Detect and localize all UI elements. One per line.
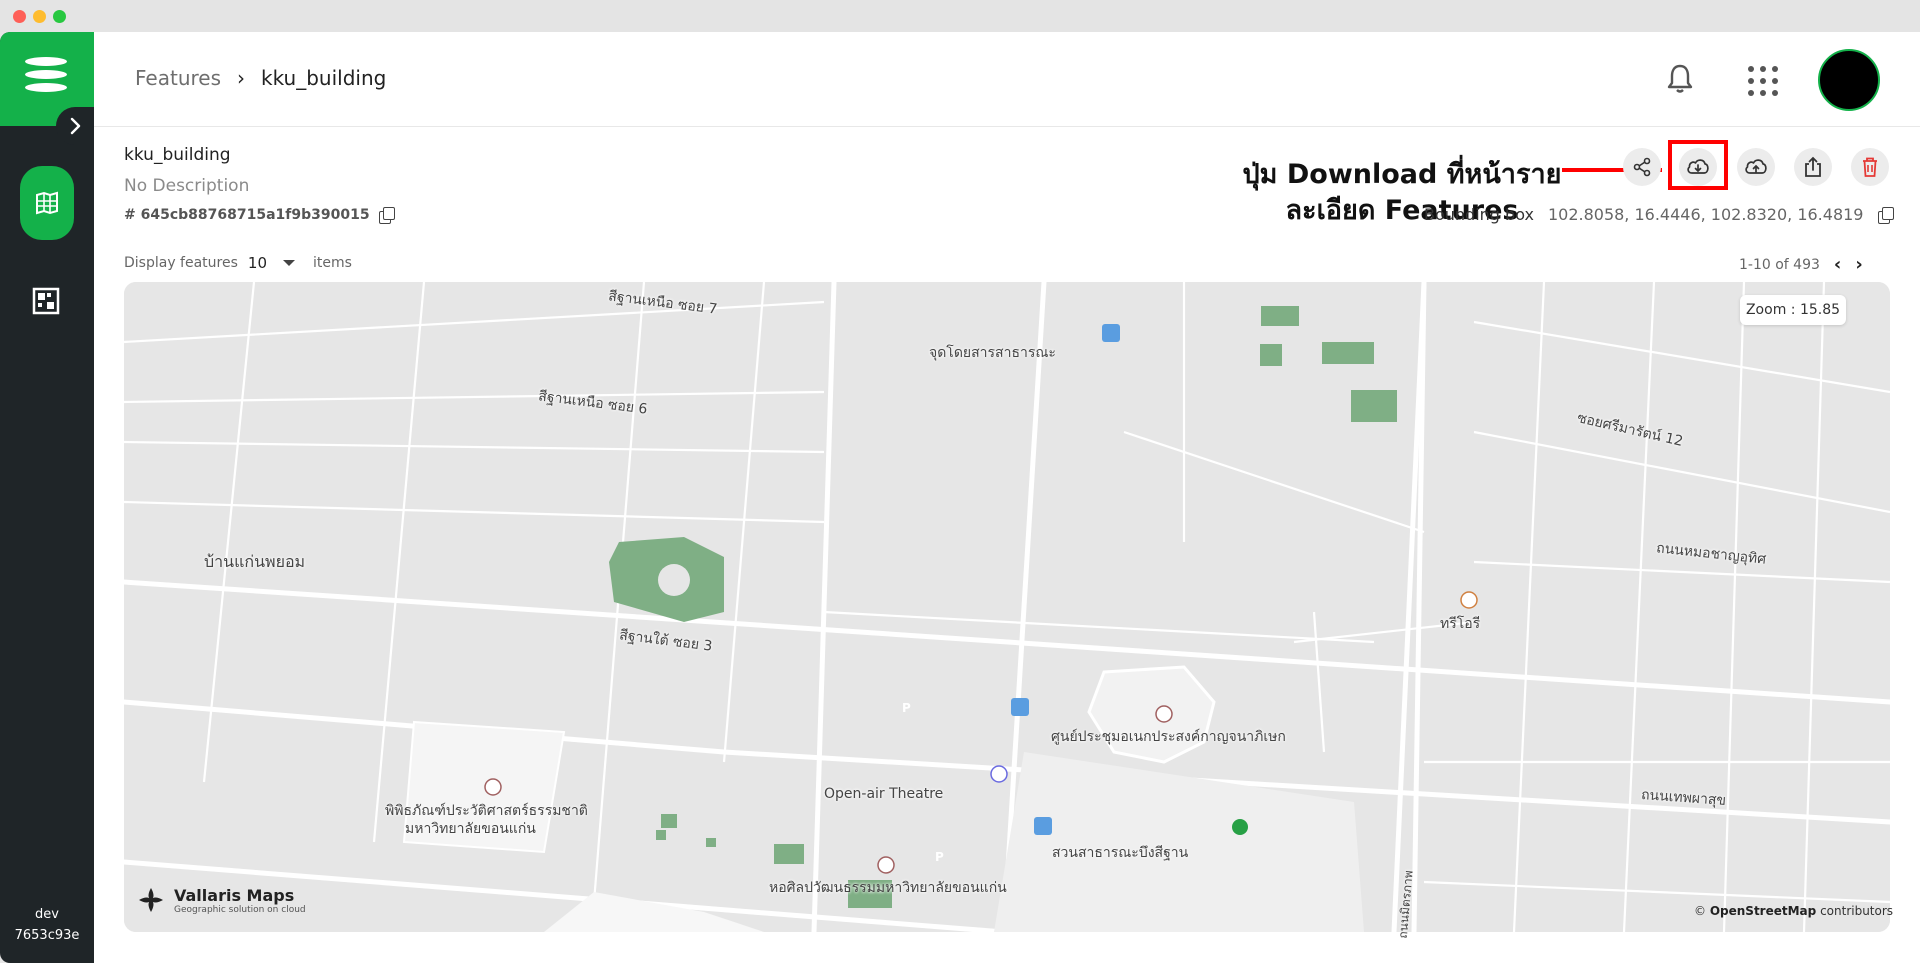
chevron-left-icon[interactable]: ‹ bbox=[1834, 254, 1841, 275]
cloud-download-icon bbox=[1687, 159, 1709, 174]
layer-description: No Description bbox=[124, 176, 250, 196]
upload-button[interactable] bbox=[1737, 148, 1775, 186]
parking-marker: P bbox=[902, 701, 911, 715]
apps-grid-dot bbox=[1748, 90, 1754, 96]
display-features-control: Display features 10 items bbox=[124, 254, 352, 272]
attribution-prefix: © bbox=[1694, 904, 1710, 918]
apps-grid-dot bbox=[1760, 66, 1766, 72]
export-icon bbox=[1805, 156, 1821, 177]
sidebar-item-tiles[interactable] bbox=[31, 286, 61, 316]
maximize-window-button[interactable] bbox=[53, 10, 66, 23]
trash-icon bbox=[1863, 157, 1877, 177]
close-window-button[interactable] bbox=[13, 10, 26, 23]
breadcrumb-separator: › bbox=[237, 66, 245, 90]
map-label: ศูนย์ประชุมอเนกประสงค์กาญจนาภิเษก bbox=[1051, 729, 1286, 745]
apps-grid-dot bbox=[1772, 66, 1778, 72]
sidebar-item-features[interactable] bbox=[20, 166, 74, 240]
download-button[interactable] bbox=[1679, 148, 1717, 186]
sidebar: dev 7653c93e bbox=[0, 32, 94, 963]
logo-icon bbox=[25, 57, 67, 66]
map-attribution: © OpenStreetMap contributors bbox=[1694, 904, 1893, 918]
chevron-right-icon bbox=[70, 117, 81, 135]
grid-tiles-icon bbox=[32, 287, 60, 315]
display-count-select[interactable]: 10 bbox=[248, 254, 267, 272]
apps-grid-icon bbox=[1748, 66, 1754, 72]
expand-sidebar-button[interactable] bbox=[56, 107, 94, 145]
export-button[interactable] bbox=[1794, 148, 1832, 186]
map-brand-subtitle: Geographic solution on cloud bbox=[174, 904, 306, 915]
delete-button[interactable] bbox=[1851, 148, 1889, 186]
map-brand: Vallaris Maps Geographic solution on clo… bbox=[136, 885, 306, 915]
zoom-level: Zoom : 15.85 bbox=[1740, 295, 1846, 325]
top-bar: Features › kku_building bbox=[94, 32, 1920, 127]
layer-title: kku_building bbox=[124, 145, 231, 165]
window-titlebar bbox=[0, 0, 1920, 32]
copy-icon[interactable] bbox=[378, 207, 395, 224]
logo-icon-bar bbox=[25, 83, 67, 92]
parking-marker: P bbox=[935, 850, 944, 864]
map-label: หอศิลปวัฒนธรรมมหาวิทยาลัยขอนแก่น bbox=[769, 880, 1007, 896]
display-items-suffix: items bbox=[313, 255, 352, 271]
share-button[interactable] bbox=[1623, 148, 1661, 186]
layer-id-text: # 645cb88768715a1f9b390015 bbox=[124, 207, 370, 223]
breadcrumb-features-link[interactable]: Features bbox=[135, 66, 221, 90]
apps-grid-dot bbox=[1760, 78, 1766, 84]
apps-grid-dot bbox=[1772, 78, 1778, 84]
bounding-box: Bounding box 102.8058, 16.4446, 102.8320… bbox=[1424, 205, 1895, 224]
breadcrumb-current: kku_building bbox=[261, 66, 387, 90]
map-brand-name: Vallaris Maps bbox=[174, 885, 295, 905]
map-label: ทรีโอรี bbox=[1440, 616, 1481, 632]
chevron-down-icon[interactable] bbox=[283, 260, 295, 266]
openstreetmap-link[interactable]: OpenStreetMap bbox=[1710, 904, 1816, 918]
apps-grid-dot bbox=[1772, 90, 1778, 96]
pagination-range: 1-10 of 493 bbox=[1739, 256, 1820, 273]
annotation-line-1: ปุ่ม Download ที่หน้าราย bbox=[1242, 159, 1562, 190]
apps-grid-dot bbox=[1748, 78, 1754, 84]
minimize-window-button[interactable] bbox=[33, 10, 46, 23]
cloud-upload-icon bbox=[1745, 159, 1767, 174]
bell-icon bbox=[1667, 64, 1693, 93]
map-view[interactable] bbox=[124, 282, 1890, 932]
map-label: บ้านแก่นพยอม bbox=[204, 552, 306, 571]
apps-grid-button[interactable] bbox=[1748, 66, 1778, 96]
bounding-box-label: Bounding box bbox=[1424, 205, 1534, 224]
map-label: สวนสาธารณะบึงสีฐาน bbox=[1052, 845, 1189, 861]
user-name: dev bbox=[35, 907, 59, 922]
display-features-label: Display features bbox=[124, 255, 238, 271]
avatar[interactable] bbox=[1818, 49, 1880, 111]
pagination: 1-10 of 493 ‹ › bbox=[1739, 254, 1863, 275]
share-icon bbox=[1633, 157, 1651, 177]
breadcrumb: Features › kku_building bbox=[135, 66, 386, 90]
bounding-box-value: 102.8058, 16.4446, 102.8320, 16.4819 bbox=[1547, 205, 1864, 224]
apps-grid-dot bbox=[1760, 90, 1766, 96]
attribution-suffix: contributors bbox=[1816, 904, 1894, 918]
map-layer-icon bbox=[36, 191, 58, 215]
vallaris-logo-icon bbox=[139, 888, 163, 912]
user-id: 7653c93e bbox=[14, 928, 80, 943]
chevron-right-icon[interactable]: › bbox=[1855, 254, 1862, 275]
map-canvas bbox=[124, 282, 1890, 932]
map-label: Open-air Theatre bbox=[824, 786, 944, 802]
map-label: มหาวิทยาลัยขอนแก่น bbox=[405, 821, 536, 837]
copy-bbox-icon[interactable] bbox=[1877, 206, 1895, 224]
map-label: จุดโดยสารสาธารณะ bbox=[929, 345, 1056, 361]
notification-button[interactable] bbox=[1664, 62, 1696, 96]
layer-id: # 645cb88768715a1f9b390015 bbox=[124, 207, 395, 224]
logo-icon-bar bbox=[25, 70, 67, 79]
